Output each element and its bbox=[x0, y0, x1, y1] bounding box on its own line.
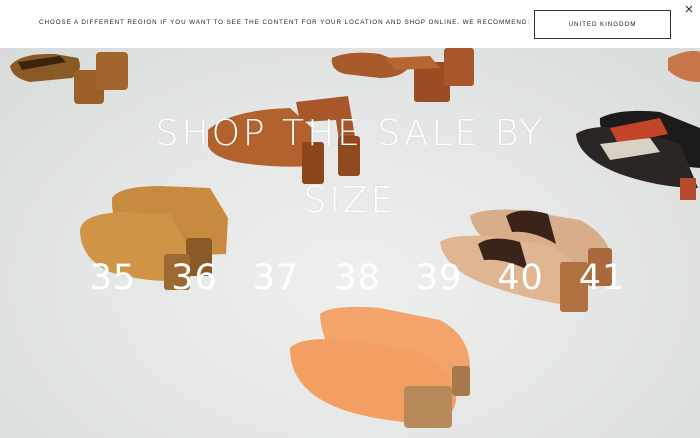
region-message: Choose a different region if you want to… bbox=[39, 19, 530, 26]
woven-orange-shoes bbox=[290, 306, 470, 428]
brown-mule-shoe bbox=[331, 48, 474, 102]
edge-shoe bbox=[668, 50, 700, 82]
size-link-35[interactable]: 35 bbox=[85, 253, 141, 303]
hero-title-line2: SIZE bbox=[303, 180, 397, 221]
size-link-39[interactable]: 39 bbox=[411, 253, 467, 303]
hero-title-line1: SHOP THE SALE BY bbox=[155, 113, 545, 154]
leopard-mule-shoe bbox=[10, 52, 128, 104]
size-link-40[interactable]: 40 bbox=[493, 253, 549, 303]
size-links: 35 36 37 38 39 40 41 bbox=[85, 253, 630, 303]
close-icon[interactable] bbox=[682, 2, 696, 16]
size-link-41[interactable]: 41 bbox=[574, 253, 630, 303]
region-select-button[interactable]: United Kingdom bbox=[534, 10, 671, 39]
size-link-37[interactable]: 37 bbox=[248, 253, 304, 303]
hero-banner: SHOP THE SALE BY SIZE 35 36 37 38 39 40 … bbox=[0, 48, 700, 438]
region-banner: Choose a different region if you want to… bbox=[0, 0, 700, 48]
size-link-38[interactable]: 38 bbox=[330, 253, 386, 303]
hero-title: SHOP THE SALE BY SIZE bbox=[0, 100, 700, 234]
size-link-36[interactable]: 36 bbox=[167, 253, 223, 303]
